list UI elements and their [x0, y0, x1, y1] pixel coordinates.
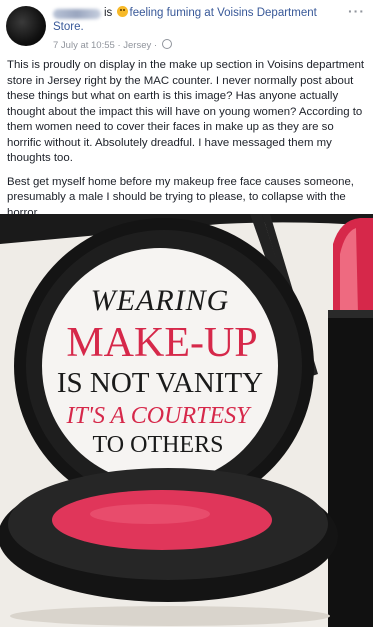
feeling-location-link[interactable]: feeling fuming at Voisins Department	[130, 7, 317, 19]
compact-illustration: WEARING MAKE-UP IS NOT VANITY IT'S A COU…	[0, 214, 373, 627]
post-meta: 7 July at 10:55 · Jersey ·	[53, 39, 172, 51]
post-date[interactable]: 7 July at 10:55	[53, 40, 115, 51]
globe-icon	[161, 39, 172, 49]
slogan-line-2: MAKE-UP	[66, 320, 257, 366]
author-name-blurred[interactable]	[53, 9, 101, 19]
slogan-line-4: IT'S A COURTESY	[66, 403, 253, 429]
post-body: This is proudly on display in the make u…	[7, 58, 367, 229]
store-link-continuation[interactable]: Store.	[53, 21, 84, 33]
post-header: is feeling fuming at Voisins Department …	[0, 0, 373, 52]
more-options-icon[interactable]: ···	[348, 3, 365, 19]
slogan-line-3: IS NOT VANITY	[57, 367, 263, 399]
slogan-line-1: WEARING	[91, 284, 230, 317]
post-location[interactable]: Jersey	[123, 40, 151, 51]
status-prefix: is	[104, 7, 113, 19]
status-line: is feeling fuming at Voisins Department	[104, 6, 344, 21]
angry-emoji-icon	[116, 6, 128, 17]
post-photo[interactable]: WEARING MAKE-UP IS NOT VANITY IT'S A COU…	[0, 214, 373, 627]
slogan-line-5: TO OTHERS	[93, 432, 224, 458]
avatar[interactable]	[6, 6, 46, 46]
post-paragraph-1: This is proudly on display in the make u…	[7, 59, 365, 164]
